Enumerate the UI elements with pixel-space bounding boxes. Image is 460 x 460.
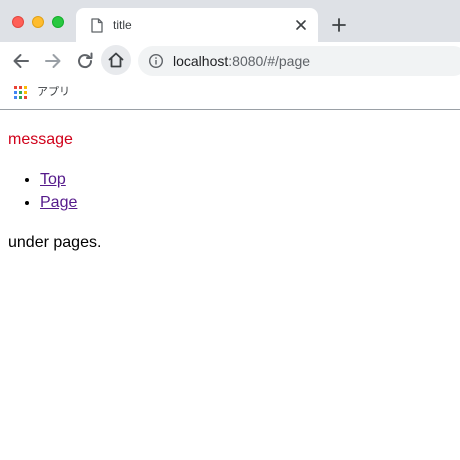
url-path: :8080/#/page xyxy=(228,53,311,69)
home-button[interactable] xyxy=(101,45,131,75)
back-arrow-icon[interactable] xyxy=(10,50,32,72)
url-host: localhost xyxy=(173,53,229,69)
window-maximize-button[interactable] xyxy=(52,16,64,28)
under-pages-text: under pages. xyxy=(8,234,102,251)
message-text: message xyxy=(8,131,73,148)
browser-tab[interactable]: title xyxy=(76,8,318,42)
apps-bookmark-label[interactable]: アプリ xyxy=(37,85,70,99)
list-item: Page xyxy=(40,191,77,214)
browser-toolbar: localhost:8080/#/page xyxy=(0,42,460,80)
window-minimize-button[interactable] xyxy=(32,16,44,28)
top-link[interactable]: Top xyxy=(40,171,66,188)
tab-title: title xyxy=(113,18,132,32)
page-link[interactable]: Page xyxy=(40,194,77,211)
nav-link-list: Top Page xyxy=(0,168,77,214)
apps-grid-icon[interactable] xyxy=(14,86,27,99)
reload-icon[interactable] xyxy=(74,50,96,72)
url-text[interactable]: localhost:8080/#/page xyxy=(173,53,310,69)
forward-arrow-icon[interactable] xyxy=(42,50,64,72)
address-bar[interactable]: localhost:8080/#/page xyxy=(138,46,460,76)
info-icon[interactable] xyxy=(148,53,164,69)
list-item: Top xyxy=(40,168,77,191)
window-close-button[interactable] xyxy=(12,16,24,28)
tab-strip: title xyxy=(0,0,460,42)
home-icon xyxy=(108,52,124,68)
browser-window: title localhost:8080/#/page アプリ message … xyxy=(0,0,460,460)
document-icon xyxy=(91,18,103,33)
bookmarks-bar: アプリ xyxy=(0,80,460,110)
new-tab-icon[interactable] xyxy=(331,17,347,33)
page-content: message Top Page under pages. xyxy=(0,110,460,460)
close-icon[interactable] xyxy=(294,18,308,32)
